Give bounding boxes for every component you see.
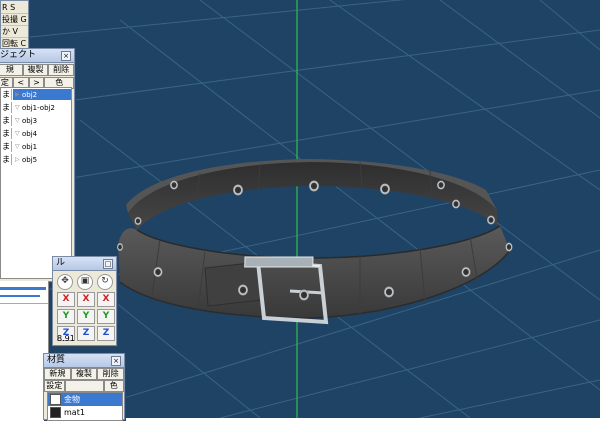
- lock-icon[interactable]: ま: [1, 128, 12, 139]
- object-list[interactable]: ま ▶ obj2 ま ▽ obj1-obj2 ま ▽ obj3 ま ▽ obj4…: [0, 87, 72, 279]
- expand-arrow-icon[interactable]: ▽: [15, 130, 22, 137]
- z-axis-button[interactable]: Z: [77, 326, 95, 341]
- object-panel-title: ジェクト: [0, 50, 37, 60]
- x-axis-button[interactable]: X: [57, 292, 75, 307]
- duplicate-object-button[interactable]: 複製: [22, 64, 49, 76]
- list-item[interactable]: ま ▽ obj3: [1, 114, 71, 127]
- list-item[interactable]: ま ▷ obj5: [1, 153, 71, 166]
- color-swatch: [50, 407, 61, 418]
- new-object-button[interactable]: 規: [0, 64, 23, 76]
- tool-mode-panel: R S 投撮 G か V 回転 C: [0, 0, 29, 50]
- material-list[interactable]: 金物 mat1: [47, 392, 123, 421]
- expand-arrow-icon[interactable]: ▽: [15, 104, 22, 111]
- material-settings-button[interactable]: 設定: [44, 380, 65, 392]
- list-item[interactable]: ま ▶ obj2: [1, 88, 71, 101]
- object-action-buttons: 規 複製 削除: [0, 64, 75, 76]
- axis-panel-titlebar[interactable]: ル □: [53, 257, 116, 271]
- tool-row-move[interactable]: 投撮 G: [1, 14, 28, 26]
- object-panel-titlebar[interactable]: ジェクト ×: [0, 49, 74, 63]
- rotate-icon[interactable]: ↻: [97, 274, 113, 290]
- expand-arrow-icon[interactable]: ▽: [15, 117, 22, 124]
- list-item[interactable]: 金物: [48, 393, 122, 406]
- lock-icon[interactable]: ま: [1, 154, 12, 165]
- scale-value: 8.91: [57, 334, 75, 343]
- list-item[interactable]: ま ▽ obj1: [1, 140, 71, 153]
- y-axis-button[interactable]: Y: [97, 309, 115, 324]
- z-axis-button[interactable]: Z: [97, 326, 115, 341]
- minimize-icon[interactable]: □: [103, 259, 113, 269]
- side-panel-remnant: [0, 281, 49, 418]
- axis-button-grid: ✥ ▣ ↻ X X X Y Y Y Z Z Z: [53, 271, 116, 341]
- list-item[interactable]: ま ▽ obj1-obj2: [1, 101, 71, 114]
- axis-panel-title: ル: [56, 258, 66, 268]
- lock-icon[interactable]: ま: [1, 89, 12, 100]
- expand-arrow-icon[interactable]: ▷: [15, 156, 22, 163]
- object-panel: ジェクト × 規 複製 削除 定 < > 色 ま ▶ obj2 ま ▽ obj1…: [0, 48, 75, 282]
- lock-icon[interactable]: ま: [1, 115, 12, 126]
- tool-row-view[interactable]: か V: [1, 26, 28, 38]
- lock-icon[interactable]: ま: [1, 141, 12, 152]
- list-item[interactable]: ま ▽ obj4: [1, 127, 71, 140]
- divider: [0, 303, 48, 304]
- material-panel-title: 材質: [47, 355, 66, 365]
- close-icon[interactable]: ×: [61, 51, 71, 61]
- object-name: obj4: [22, 129, 38, 138]
- expand-arrow-icon[interactable]: ▶: [15, 91, 22, 98]
- duplicate-material-button[interactable]: 複製: [70, 368, 98, 380]
- close-icon[interactable]: ×: [111, 356, 121, 366]
- x-axis-button[interactable]: X: [97, 292, 115, 307]
- material-panel: 材質 × 新規 複製 削除 設定 色 金物 mat1: [43, 353, 125, 421]
- color-swatch: [50, 394, 61, 405]
- expand-arrow-icon[interactable]: ▽: [15, 143, 22, 150]
- object-name: obj2: [22, 90, 38, 99]
- tool-row-select[interactable]: R S: [1, 2, 28, 14]
- y-axis-button[interactable]: Y: [57, 309, 75, 324]
- material-name: mat1: [64, 408, 85, 417]
- list-item[interactable]: mat1: [48, 406, 122, 419]
- object-name: obj1-obj2: [22, 103, 55, 112]
- material-color-button[interactable]: 色: [103, 380, 124, 392]
- x-axis-button[interactable]: X: [77, 292, 95, 307]
- frame-icon[interactable]: ▣: [77, 274, 93, 290]
- delete-object-button[interactable]: 削除: [48, 64, 75, 76]
- object-name: obj5: [22, 155, 38, 164]
- new-material-button[interactable]: 新規: [44, 368, 71, 380]
- material-panel-titlebar[interactable]: 材質 ×: [44, 354, 124, 368]
- object-name: obj3: [22, 116, 38, 125]
- axis-panel: ル □ ✥ ▣ ↻ X X X Y Y Y Z Z Z 8.91: [52, 256, 117, 346]
- material-secondary-buttons: 設定 色: [44, 380, 124, 392]
- belt-model: [117, 159, 513, 325]
- selection-bar: [0, 295, 40, 297]
- y-axis-button[interactable]: Y: [77, 309, 95, 324]
- object-name: obj1: [22, 142, 38, 151]
- delete-material-button[interactable]: 削除: [97, 368, 125, 380]
- material-action-buttons: 新規 複製 削除: [44, 368, 125, 380]
- material-name: 金物: [64, 395, 80, 404]
- pan-icon[interactable]: ✥: [57, 274, 73, 290]
- spacer: [64, 380, 104, 392]
- lock-icon[interactable]: ま: [1, 102, 12, 113]
- selection-bar: [0, 287, 46, 290]
